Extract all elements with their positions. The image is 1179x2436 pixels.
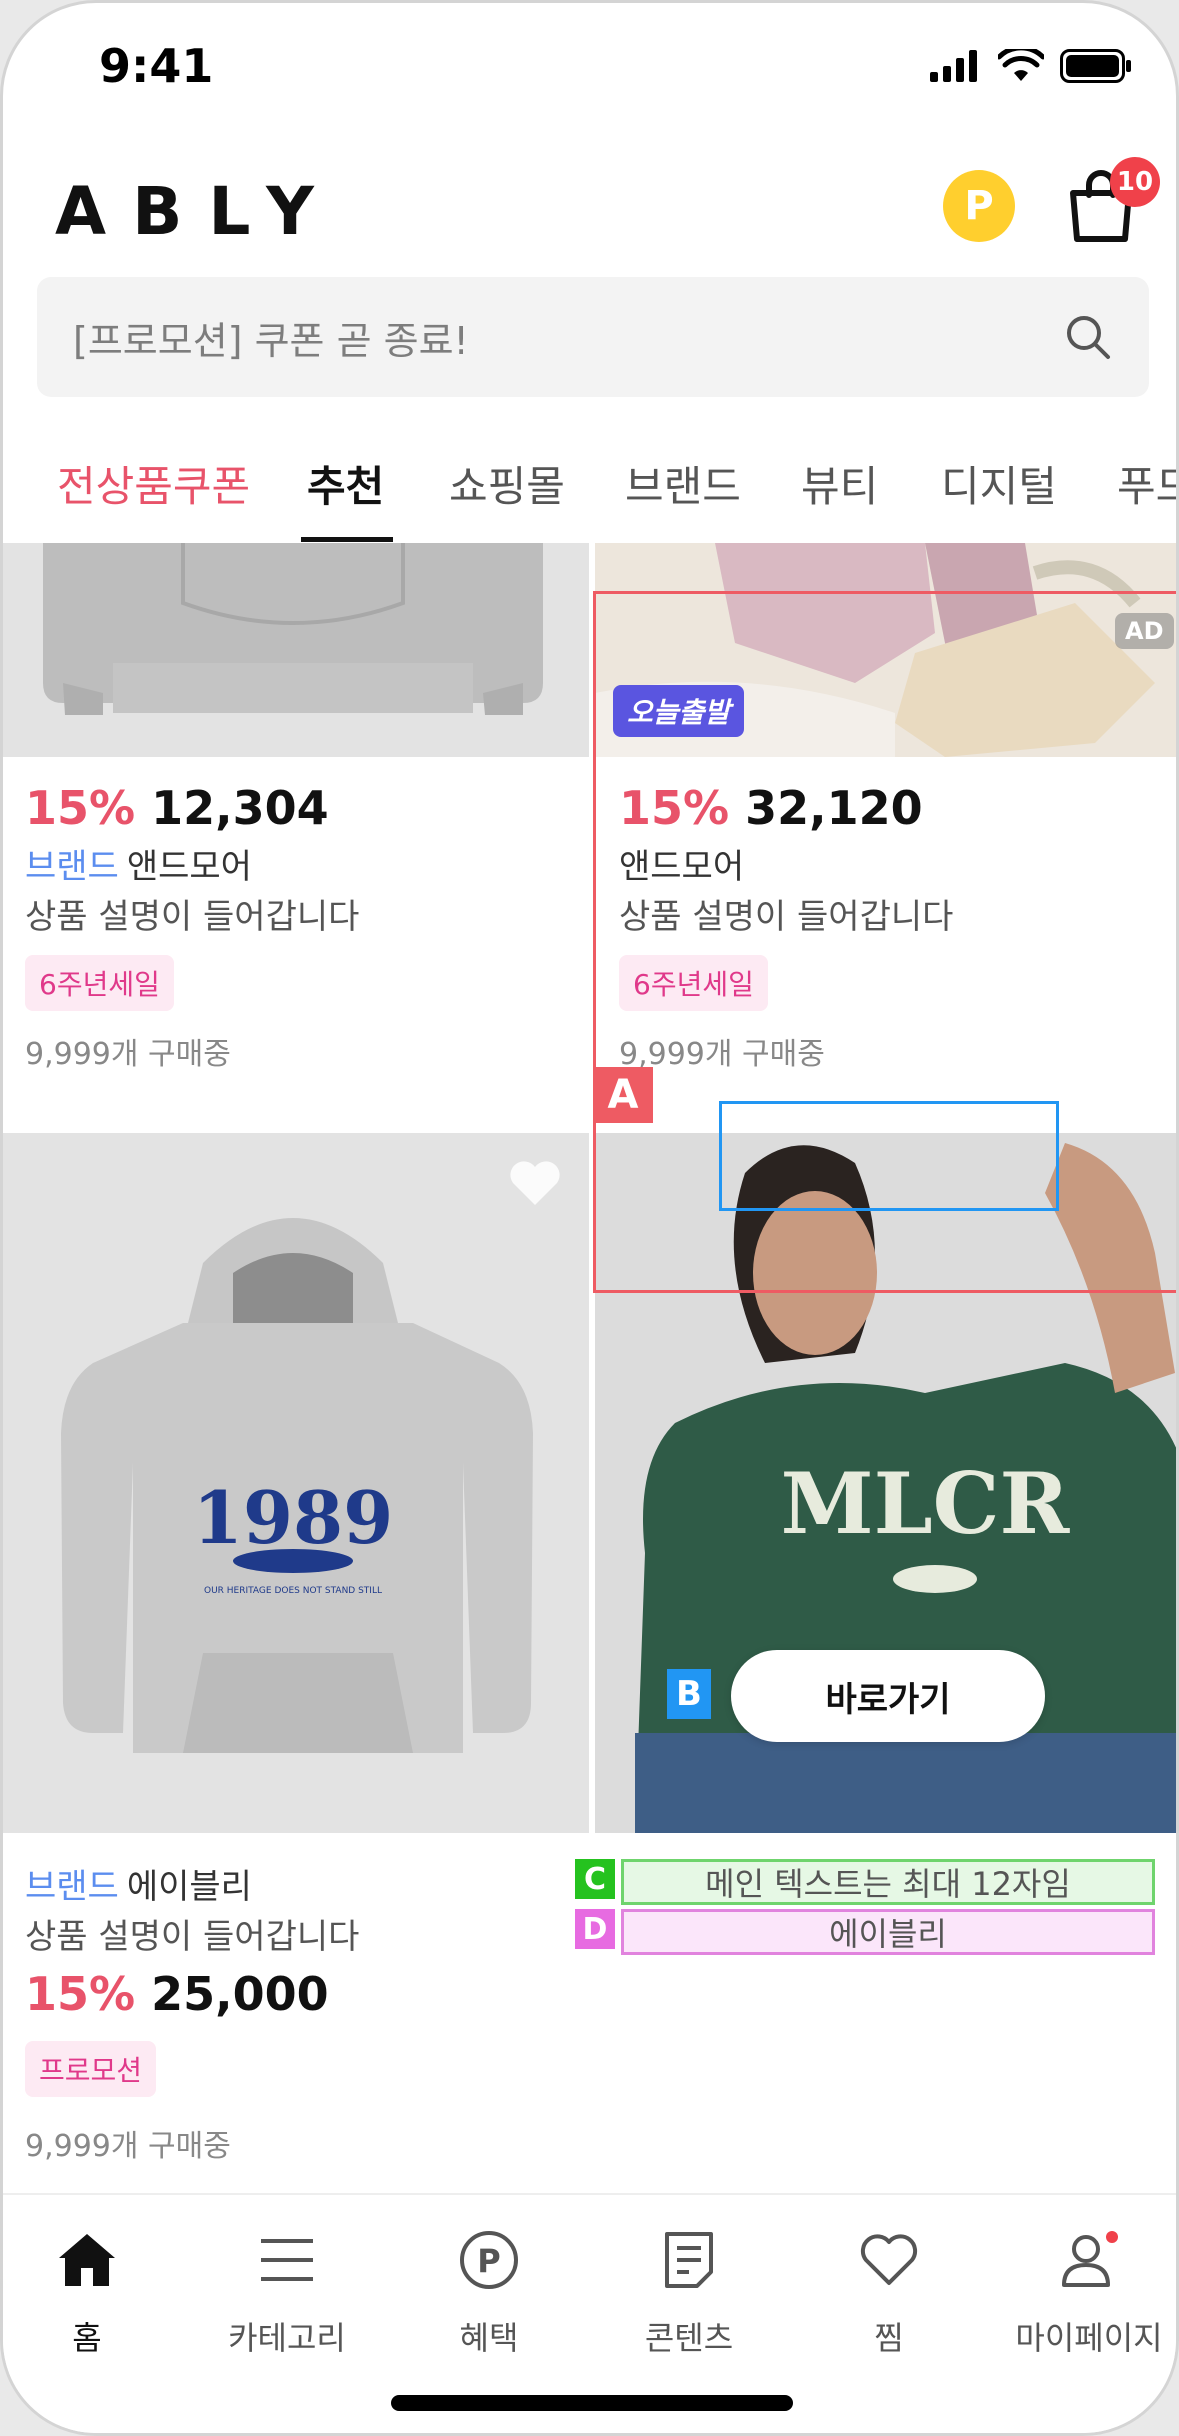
nav-content[interactable]: 콘텐츠 bbox=[599, 2215, 779, 2359]
hoodie-image bbox=[43, 543, 543, 715]
nav-mypage[interactable]: 마이페이지 bbox=[999, 2215, 1176, 2359]
price-value: 12,304 bbox=[151, 781, 329, 835]
tab-digital[interactable]: 디지털 bbox=[941, 453, 1057, 514]
wifi-icon bbox=[998, 49, 1044, 81]
product-price: 15% 25,000 bbox=[25, 1967, 329, 2021]
search-placeholder: [프로모션] 쿠폰 곧 종료! bbox=[73, 318, 469, 363]
discount-rate: 15% bbox=[25, 1967, 136, 2021]
battery-icon bbox=[1060, 49, 1131, 83]
heart-icon bbox=[860, 2234, 918, 2285]
menu-icon bbox=[261, 2239, 313, 2281]
brand-name: 에이블리 bbox=[126, 1867, 252, 1907]
ad-annotation-b-frame bbox=[719, 1101, 1059, 1211]
nav-label: 홈 bbox=[72, 2319, 102, 2357]
status-time: 9:41 bbox=[99, 39, 214, 93]
buyer-count: 9,999개 구매중 bbox=[25, 1037, 231, 1072]
svg-text:OUR HERITAGE DOES NOT STAND ST: OUR HERITAGE DOES NOT STAND STILL bbox=[204, 1586, 382, 1596]
ad-main-text: 메인 텍스트는 최대 12자임 bbox=[621, 1859, 1155, 1905]
nav-home[interactable]: 홈 bbox=[3, 2215, 177, 2359]
home-icon bbox=[59, 2234, 115, 2286]
tab-beauty[interactable]: 뷰티 bbox=[801, 453, 878, 514]
promo-tag: 6주년세일 bbox=[25, 955, 174, 1011]
annotation-a-label: A bbox=[593, 1067, 653, 1123]
product-image[interactable]: 1989 OUR HERITAGE DOES NOT STAND STILL bbox=[3, 1133, 589, 1833]
nav-label: 카테고리 bbox=[228, 2319, 346, 2357]
point-icon: P bbox=[460, 2231, 518, 2289]
point-label: P bbox=[964, 183, 994, 229]
svg-text:P: P bbox=[477, 2242, 500, 2280]
home-indicator bbox=[391, 2395, 793, 2411]
nav-wishlist[interactable]: 찜 bbox=[799, 2215, 979, 2359]
product-description: 상품 설명이 들어갑니다 bbox=[25, 1917, 360, 1957]
tab-food[interactable]: 푸드 bbox=[1117, 453, 1176, 514]
category-tabs: 전상품쿠폰 추천 쇼핑몰 브랜드 뷰티 디지털 푸드 bbox=[3, 433, 1176, 543]
annotation-d-label: D bbox=[575, 1909, 615, 1949]
tab-brand[interactable]: 브랜드 bbox=[625, 453, 741, 514]
point-button[interactable]: P bbox=[943, 170, 1015, 242]
product-brand[interactable]: 브랜드 앤드모어 bbox=[25, 839, 252, 888]
ad-go-button[interactable]: 바로가기 bbox=[731, 1650, 1045, 1742]
nav-benefit[interactable]: P 혜택 bbox=[399, 2215, 579, 2359]
product-description: 상품 설명이 들어갑니다 bbox=[25, 897, 360, 937]
brand-prefix: 브랜드 bbox=[25, 1867, 119, 1907]
nav-label: 마이페이지 bbox=[1015, 2319, 1163, 2357]
promo-tag: 프로모션 bbox=[25, 2041, 157, 2097]
app-logo[interactable]: ABLY bbox=[55, 173, 340, 250]
tab-recommend[interactable]: 추천 bbox=[307, 453, 384, 514]
annotation-c-label: C bbox=[575, 1859, 615, 1899]
product-brand[interactable]: 브랜드 에이블리 bbox=[25, 1859, 252, 1908]
active-tab-indicator bbox=[301, 537, 393, 542]
status-icons bbox=[930, 49, 1132, 83]
nav-label: 찜 bbox=[874, 2319, 904, 2357]
hoodie-1989-image: 1989 OUR HERITAGE DOES NOT STAND STILL bbox=[61, 1218, 533, 1753]
nav-category[interactable]: 카테고리 bbox=[197, 2215, 377, 2359]
brand-prefix: 브랜드 bbox=[25, 847, 119, 887]
product-image[interactable] bbox=[3, 543, 589, 757]
svg-text:1989: 1989 bbox=[193, 1475, 393, 1560]
nav-label: 콘텐츠 bbox=[644, 2319, 734, 2357]
annotation-b-label: B bbox=[667, 1669, 711, 1719]
ad-chip: AD bbox=[1115, 613, 1174, 649]
status-bar: 9:41 bbox=[3, 3, 1176, 143]
search-bar[interactable]: [프로모션] 쿠폰 곧 종료! bbox=[37, 277, 1149, 397]
phone-frame: 9:41 ABLY P 10 [프로모션] 쿠폰 곧 종료! 전상품쿠폰 추천 … bbox=[0, 0, 1179, 2436]
discount-rate: 15% bbox=[25, 781, 136, 835]
cart-count-badge: 10 bbox=[1110, 157, 1160, 207]
nav-label: 혜택 bbox=[459, 2319, 519, 2357]
person-icon bbox=[1062, 2231, 1118, 2287]
price-value: 25,000 bbox=[151, 1967, 329, 2021]
content-icon bbox=[665, 2232, 713, 2288]
tab-coupon[interactable]: 전상품쿠폰 bbox=[57, 453, 250, 514]
brand-name: 앤드모어 bbox=[126, 847, 252, 887]
buyer-count: 9,999개 구매중 bbox=[25, 2129, 231, 2164]
tab-shoppingmall[interactable]: 쇼핑몰 bbox=[449, 453, 565, 514]
heart-icon[interactable] bbox=[507, 1159, 563, 1209]
svg-text:MLCR: MLCR bbox=[781, 1454, 1071, 1553]
signal-icon bbox=[930, 50, 977, 82]
ad-sub-text: 에이블리 bbox=[621, 1909, 1155, 1955]
search-icon[interactable] bbox=[1063, 312, 1113, 362]
product-price: 15% 12,304 bbox=[25, 781, 329, 835]
